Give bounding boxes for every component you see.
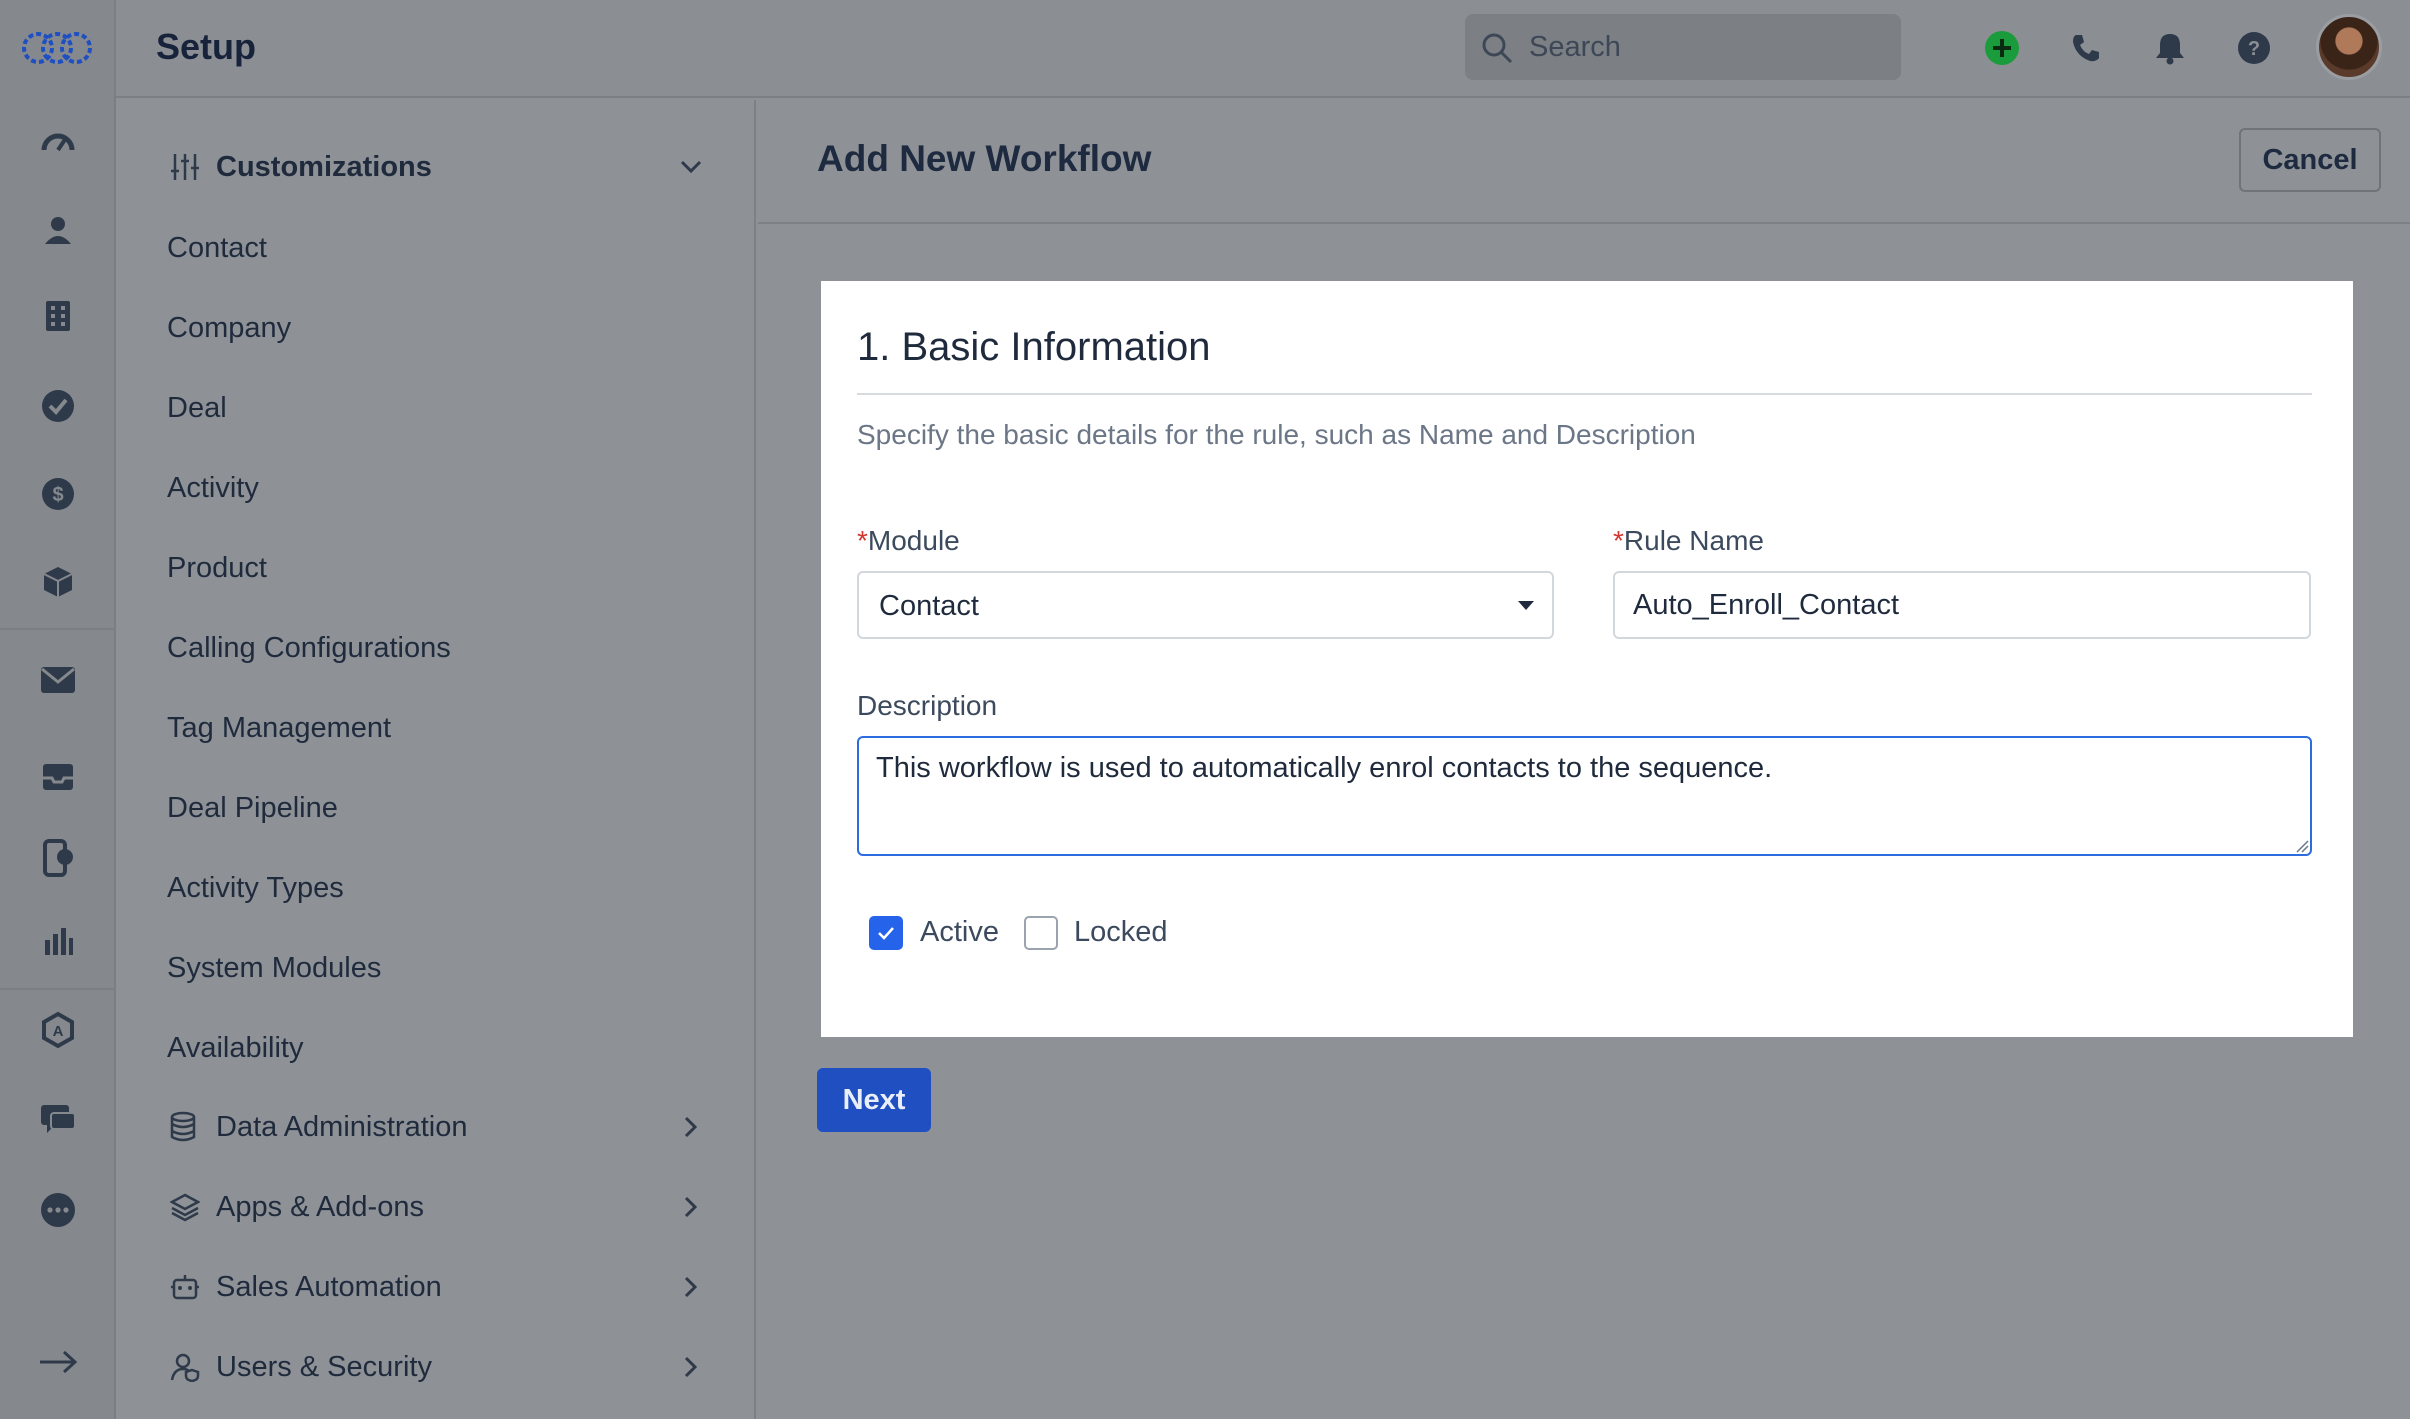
app-logo-icon[interactable] — [20, 26, 94, 70]
avatar[interactable] — [2316, 14, 2382, 80]
workflow-content: Add New Workflow Cancel 1. Basic Informa… — [758, 100, 2410, 1419]
nav-group-apps-addons[interactable]: Apps & Add-ons — [168, 1182, 708, 1232]
auto-assign-icon[interactable]: A — [38, 1010, 78, 1050]
module-label-text: Module — [867, 525, 960, 556]
top-bar: Setup Search ? — [116, 0, 2410, 98]
company-icon[interactable] — [38, 296, 78, 336]
svg-text:A: A — [53, 1023, 64, 1040]
database-icon — [168, 1110, 202, 1144]
basic-information-card: 1. Basic Information Specify the basic d… — [821, 281, 2353, 1037]
products-icon[interactable] — [38, 562, 78, 602]
add-icon[interactable] — [1982, 28, 2022, 68]
notifications-icon[interactable] — [2150, 28, 2190, 68]
rule-name-input[interactable] — [1613, 571, 2311, 639]
nav-item-company[interactable]: Company — [167, 312, 291, 345]
chevron-right-icon[interactable] — [674, 1190, 708, 1224]
rule-name-label-text: Rule Name — [1623, 525, 1764, 556]
section-divider — [857, 393, 2312, 395]
nav-item-deal-pipeline[interactable]: Deal Pipeline — [167, 792, 338, 825]
contacts-icon[interactable] — [38, 210, 78, 250]
caret-down-icon — [1518, 601, 1534, 610]
nav-item-tag-management[interactable]: Tag Management — [167, 712, 391, 745]
nav-group-label: Customizations — [216, 150, 432, 183]
page-title: Setup — [156, 26, 257, 67]
required-mark: * — [1613, 525, 1624, 556]
section-description: Specify the basic details for the rule, … — [857, 419, 1696, 450]
nav-item-product[interactable]: Product — [167, 552, 267, 585]
nav-item-availability[interactable]: Availability — [167, 1032, 303, 1065]
cancel-button[interactable]: Cancel — [2239, 128, 2381, 192]
section-title: 1. Basic Information — [857, 325, 1211, 369]
nav-group-data-administration[interactable]: Data Administration — [168, 1102, 708, 1152]
nav-group-customizations[interactable]: Customizations — [168, 142, 708, 192]
layers-icon — [168, 1190, 202, 1224]
nav-group-sales-automation[interactable]: Sales Automation — [168, 1262, 708, 1312]
nav-group-label: Users & Security — [216, 1350, 432, 1383]
nav-group-users-security[interactable]: Users & Security — [168, 1342, 708, 1392]
workflow-title: Add New Workflow — [817, 138, 1152, 179]
check-icon — [878, 927, 894, 940]
deals-icon[interactable]: $ — [38, 474, 78, 514]
nav-group-label: Sales Automation — [216, 1270, 442, 1303]
next-button[interactable]: Next — [817, 1068, 931, 1132]
nav-item-deal[interactable]: Deal — [167, 392, 227, 425]
svg-text:$: $ — [52, 484, 63, 506]
nav-group-label: Apps & Add-ons — [216, 1190, 424, 1223]
robot-icon — [168, 1270, 202, 1304]
phone-chat-icon[interactable] — [38, 838, 78, 878]
phone-icon[interactable] — [2066, 28, 2106, 68]
chevron-down-icon[interactable] — [674, 150, 708, 184]
nav-group-label: Data Administration — [216, 1110, 468, 1143]
description-textarea[interactable]: This workflow is used to automatically e… — [857, 736, 2312, 856]
nav-item-system-modules[interactable]: System Modules — [167, 952, 381, 985]
locked-checkbox[interactable] — [1024, 916, 1058, 950]
chevron-right-icon[interactable] — [674, 1270, 708, 1304]
tasks-icon[interactable] — [38, 386, 78, 426]
chevron-right-icon[interactable] — [674, 1110, 708, 1144]
mail-icon[interactable] — [38, 660, 78, 700]
locked-label: Locked — [1074, 916, 1168, 948]
app-icon-rail: $ A — [0, 0, 116, 1419]
module-select-value: Contact — [879, 590, 979, 622]
nav-item-calling-configurations[interactable]: Calling Configurations — [167, 632, 451, 665]
nav-item-activity-types[interactable]: Activity Types — [167, 872, 344, 905]
chevron-right-icon[interactable] — [674, 1350, 708, 1384]
chat-icon[interactable] — [38, 1100, 78, 1140]
content-header: Add New Workflow Cancel — [758, 100, 2410, 224]
more-icon[interactable] — [38, 1190, 78, 1230]
search-input[interactable]: Search — [1465, 14, 1901, 80]
svg-text:?: ? — [2248, 38, 2260, 60]
active-checkbox[interactable] — [869, 916, 903, 950]
required-mark: * — [857, 525, 868, 556]
help-icon[interactable]: ? — [2234, 28, 2274, 68]
expand-arrow-icon[interactable] — [38, 1342, 78, 1382]
search-icon — [1481, 32, 1513, 64]
active-label: Active — [920, 916, 999, 948]
dashboard-icon[interactable] — [38, 122, 78, 162]
rule-name-label: *Rule Name — [1613, 525, 1764, 557]
nav-item-activity[interactable]: Activity — [167, 472, 259, 505]
user-shield-icon — [168, 1350, 202, 1384]
inbox-icon[interactable] — [38, 756, 78, 796]
module-select[interactable]: Contact — [857, 571, 1554, 639]
settings-nav: Customizations Contact Company Deal Acti… — [116, 100, 756, 1419]
search-placeholder: Search — [1529, 31, 1621, 63]
reports-icon[interactable] — [38, 920, 78, 960]
description-label: Description — [857, 690, 998, 721]
module-label: *Module — [857, 525, 960, 557]
resize-handle-icon[interactable] — [2295, 839, 2309, 853]
nav-item-contact[interactable]: Contact — [167, 232, 267, 265]
sliders-icon — [168, 150, 202, 184]
